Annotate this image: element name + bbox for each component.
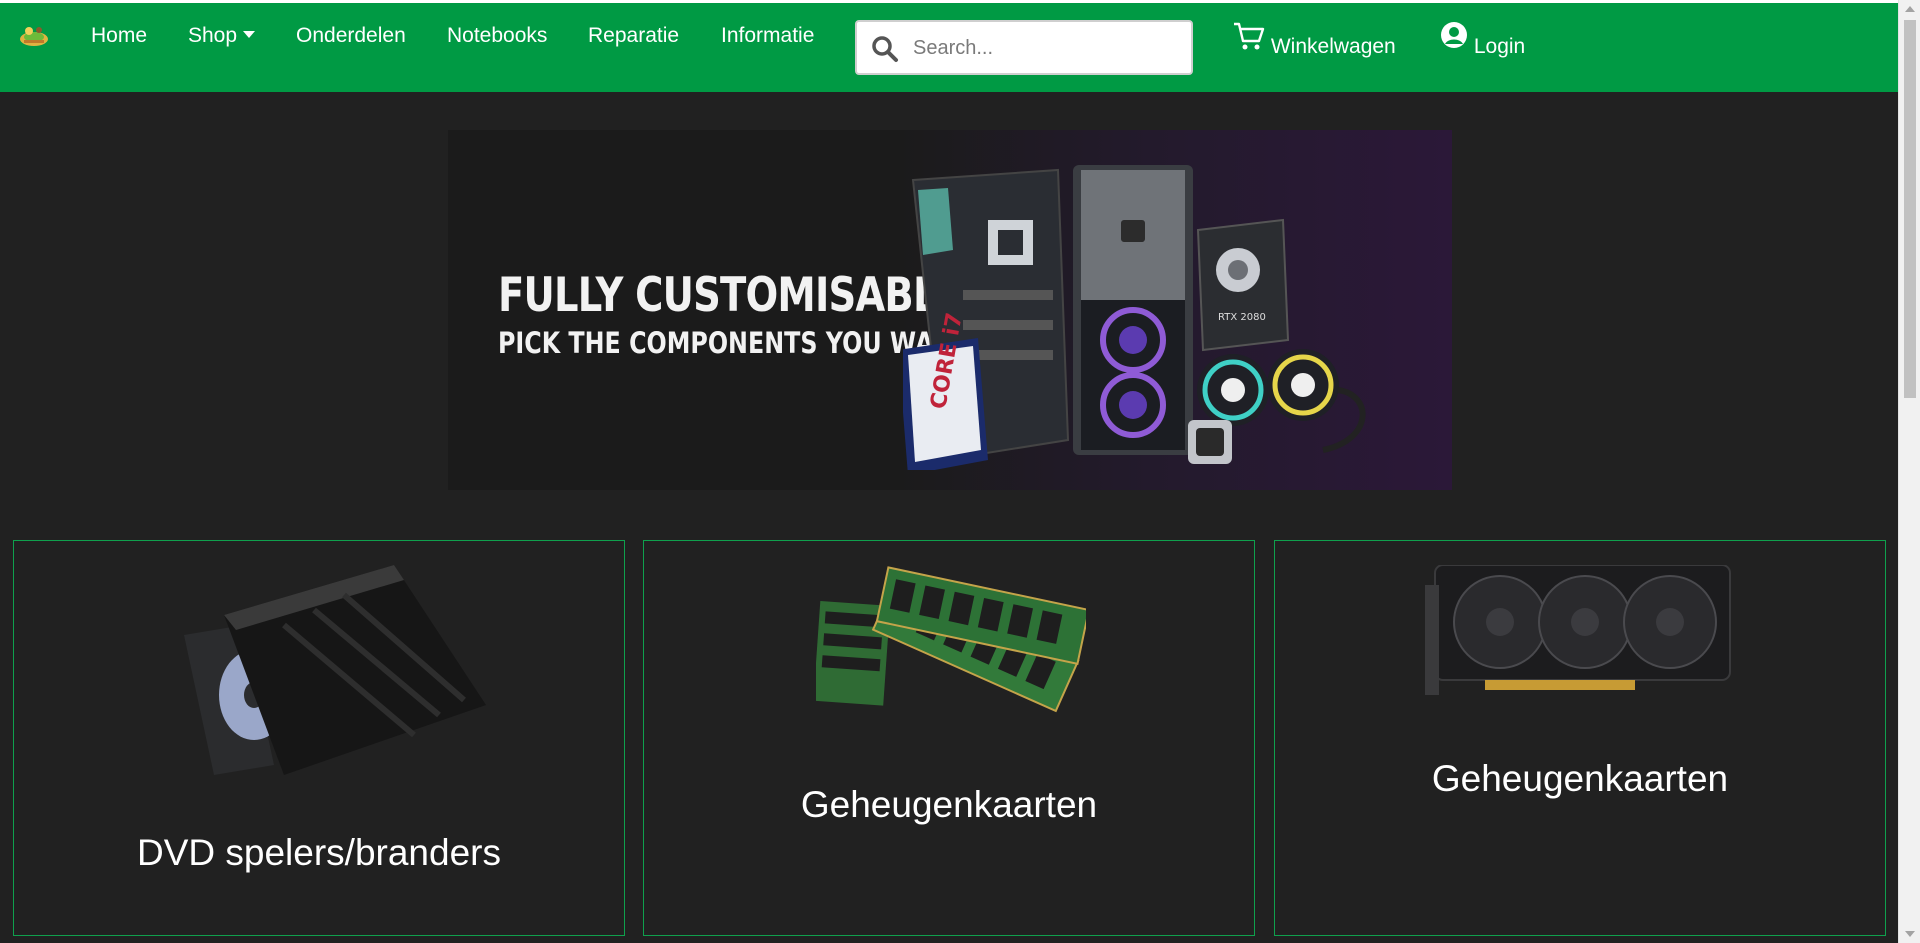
nav-home[interactable]: Home — [91, 23, 147, 49]
hero-banner[interactable]: FULLY CUSTOMISABLE PICK THE COMPONENTS Y… — [448, 130, 1452, 490]
pc-components-image: CORE i7 RTX 2080 — [903, 165, 1366, 470]
category-card-dvd[interactable]: DVD spelers/branders — [13, 540, 625, 936]
scroll-up-arrow-icon[interactable] — [1905, 6, 1915, 12]
scroll-thumb[interactable] — [1904, 20, 1916, 398]
nav-reparatie[interactable]: Reparatie — [588, 23, 679, 49]
site-logo-icon[interactable] — [18, 22, 50, 48]
nav-notebooks[interactable]: Notebooks — [447, 23, 547, 49]
category-title: Geheugenkaarten — [800, 784, 1098, 825]
nav-onderdelen[interactable]: Onderdelen — [296, 23, 406, 49]
category-card-memory[interactable]: Geheugenkaarten — [643, 540, 1255, 936]
liquid-cooler-graphic — [1188, 349, 1366, 464]
dvd-drive-image — [184, 565, 486, 775]
search-box — [855, 20, 1193, 75]
login-link[interactable]: Login — [1440, 21, 1525, 58]
navbar: Home Shop Onderdelen Notebooks Reparatie… — [0, 3, 1898, 92]
gpu-label: RTX 2080 — [1218, 312, 1266, 323]
page: Home Shop Onderdelen Notebooks Reparatie… — [0, 0, 1920, 943]
ram-modules-image — [816, 566, 1086, 713]
search-icon[interactable] — [871, 35, 899, 63]
cart-link[interactable]: Winkelwagen — [1233, 21, 1396, 58]
category-title: Geheugenkaarten — [1431, 758, 1729, 799]
page-scrollbar[interactable] — [1898, 0, 1920, 943]
cart-icon — [1234, 22, 1265, 50]
category-title: DVD spelers/branders — [137, 832, 501, 873]
banner-title: FULLY CUSTOMISABLE — [498, 268, 963, 323]
gpu-graphic: RTX 2080 — [1196, 218, 1290, 352]
search-input[interactable] — [911, 30, 1181, 66]
user-circle-icon — [1441, 22, 1467, 48]
nav-shop-label: Shop — [188, 24, 238, 47]
cart-label: Winkelwagen — [1270, 35, 1396, 58]
category-card-graphics[interactable]: Geheugenkaarten — [1274, 540, 1886, 936]
graphics-card-image — [1425, 565, 1731, 695]
login-label: Login — [1473, 35, 1526, 58]
nav-shop[interactable]: Shop — [188, 23, 256, 49]
scroll-down-arrow-icon[interactable] — [1905, 931, 1915, 937]
pc-case-graphic — [1073, 165, 1193, 455]
banner-subtitle: PICK THE COMPONENTS YOU WANT — [498, 326, 970, 360]
nav-informatie[interactable]: Informatie — [721, 23, 814, 49]
caret-down-icon — [243, 30, 256, 38]
